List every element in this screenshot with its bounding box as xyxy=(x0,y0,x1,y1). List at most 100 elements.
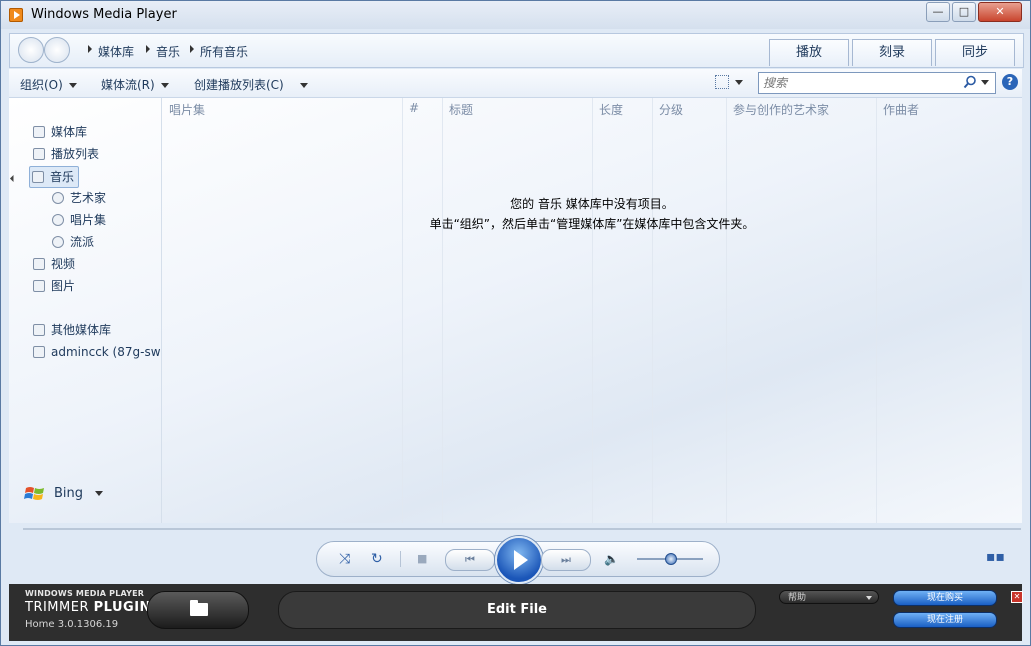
column-header-contributing-artist[interactable]: 参与创作的艺术家 xyxy=(733,101,829,118)
plugin-brand-main: TRIMMER PLUGIN xyxy=(25,600,151,615)
column-header-rating[interactable]: 分级 xyxy=(659,101,683,118)
playlist-icon xyxy=(33,148,45,160)
search-input[interactable] xyxy=(763,75,953,90)
switch-to-now-playing-icon[interactable]: ▪▪ xyxy=(986,550,1005,564)
expand-collapse-icon[interactable] xyxy=(9,174,18,183)
breadcrumb-separator-icon xyxy=(146,45,150,53)
buy-now-button[interactable]: 现在购买 xyxy=(893,590,997,606)
help-icon[interactable]: ? xyxy=(1002,74,1018,90)
plugin-close-icon[interactable]: ✕ xyxy=(1011,591,1023,603)
plugin-help-dropdown[interactable]: 帮助 xyxy=(779,590,879,604)
stream-menu[interactable]: 媒体流(R) xyxy=(101,76,169,93)
stream-label: 媒体流(R) xyxy=(101,78,155,92)
volume-icon[interactable]: 🔈 xyxy=(604,549,619,569)
breadcrumb-separator-icon xyxy=(88,45,92,53)
sidebar-item-music[interactable]: 音乐 xyxy=(29,166,80,188)
sidebar-item-user-library[interactable]: admincck (87g-sw- xyxy=(33,342,161,362)
tab-play[interactable]: 播放 xyxy=(769,39,849,66)
wmp-app-icon xyxy=(9,8,23,22)
sidebar-item-genre[interactable]: 流派 xyxy=(52,232,94,252)
minimize-button[interactable]: — xyxy=(926,2,950,22)
column-divider xyxy=(726,98,727,523)
trimmer-plugin-bar: WINDOWS MEDIA PLAYER TRIMMER PLUGIN Home… xyxy=(9,584,1023,641)
column-divider xyxy=(652,98,653,523)
sidebar-item-other-libraries[interactable]: 其他媒体库 xyxy=(33,320,111,340)
organize-label: 组织(O) xyxy=(20,78,63,92)
music-icon xyxy=(32,171,44,183)
column-divider xyxy=(592,98,593,523)
close-button[interactable]: ✕ xyxy=(978,2,1022,22)
sidebar-item-label: 播放列表 xyxy=(51,147,100,161)
navigation-pane: 媒体库 播放列表 音乐 艺术家 唱片集 流派 视频 图片 其他媒体库 admin… xyxy=(9,98,162,523)
bing-label: Bing xyxy=(54,486,84,501)
search-box[interactable] xyxy=(758,72,996,94)
column-divider xyxy=(402,98,403,523)
tab-burn[interactable]: 刻录 xyxy=(852,39,932,66)
column-header-composer[interactable]: 作曲者 xyxy=(883,101,919,118)
other-library-icon xyxy=(33,324,45,336)
column-header-album[interactable]: 唱片集 xyxy=(169,101,205,118)
create-playlist-menu[interactable]: 创建播放列表(C) xyxy=(194,76,308,93)
breadcrumb-all-music[interactable]: 所有音乐 xyxy=(200,43,248,60)
sidebar-item-pictures[interactable]: 图片 xyxy=(33,276,75,296)
volume-slider-handle[interactable] xyxy=(665,553,677,565)
seek-bar[interactable] xyxy=(23,528,1021,530)
maximize-button[interactable]: □ xyxy=(952,2,976,22)
back-button[interactable] xyxy=(18,37,44,63)
chevron-down-icon xyxy=(160,83,169,88)
shuffle-icon[interactable]: ⤨ xyxy=(339,549,350,569)
picture-icon xyxy=(33,280,45,292)
play-button[interactable] xyxy=(495,536,543,584)
empty-library-hint: 单击“组织”，然后单击“管理媒体库”在媒体库中包含文件夹。 xyxy=(429,217,755,231)
sidebar-item-label: 唱片集 xyxy=(70,213,107,227)
breadcrumb-library[interactable]: 媒体库 xyxy=(98,43,134,60)
open-file-button[interactable] xyxy=(147,591,249,629)
plugin-brand-top: WINDOWS MEDIA PLAYER xyxy=(25,589,145,598)
artist-icon xyxy=(52,192,64,204)
sidebar-item-label: 视频 xyxy=(51,257,76,271)
previous-button[interactable]: ⏮ xyxy=(445,549,495,571)
column-divider xyxy=(876,98,877,523)
window-title: Windows Media Player xyxy=(31,7,177,22)
plugin-brand-trimmer: TRIMMER xyxy=(25,600,94,615)
playback-controls: ⤨ ↻ ■ ⏮ ⏭ 🔈 xyxy=(316,536,720,584)
sidebar-item-library[interactable]: 媒体库 xyxy=(33,122,87,142)
view-options-icon[interactable] xyxy=(715,75,729,89)
edit-file-button[interactable]: Edit File xyxy=(278,591,756,629)
bing-search-provider[interactable]: Bing xyxy=(24,482,104,506)
navigation-bar: 媒体库 音乐 所有音乐 播放 刻录 同步 xyxy=(9,33,1024,68)
chevron-down-icon xyxy=(68,83,77,88)
column-header-title[interactable]: 标题 xyxy=(449,101,473,118)
sidebar-item-album[interactable]: 唱片集 xyxy=(52,210,106,230)
plugin-version: Home 3.0.1306.19 xyxy=(25,619,119,630)
sidebar-item-video[interactable]: 视频 xyxy=(33,254,75,274)
empty-library-message: 您的 音乐 媒体库中没有项目。 xyxy=(510,197,674,211)
tab-sync[interactable]: 同步 xyxy=(935,39,1015,66)
repeat-icon[interactable]: ↻ xyxy=(371,549,383,569)
sidebar-item-playlists[interactable]: 播放列表 xyxy=(33,144,99,164)
organize-menu[interactable]: 组织(O) xyxy=(20,76,77,93)
register-now-button[interactable]: 现在注册 xyxy=(893,612,997,628)
chevron-down-icon xyxy=(95,491,104,496)
column-divider xyxy=(442,98,443,523)
stop-icon[interactable]: ■ xyxy=(417,549,427,569)
user-library-icon xyxy=(33,346,45,358)
search-icon[interactable] xyxy=(963,75,977,89)
video-icon xyxy=(33,258,45,270)
sidebar-item-label: admincck (87g-sw- xyxy=(51,345,161,359)
next-button[interactable]: ⏭ xyxy=(541,549,591,571)
search-dropdown-icon[interactable] xyxy=(981,80,989,85)
library-icon xyxy=(33,126,45,138)
column-header-track-number[interactable]: # xyxy=(409,101,419,115)
column-header-length[interactable]: 长度 xyxy=(599,101,623,118)
sidebar-item-artist[interactable]: 艺术家 xyxy=(52,188,106,208)
view-options-dropdown-icon[interactable] xyxy=(735,80,743,85)
sidebar-item-label: 其他媒体库 xyxy=(51,323,112,337)
sidebar-item-label: 媒体库 xyxy=(51,125,88,139)
breadcrumb-music[interactable]: 音乐 xyxy=(156,43,180,60)
forward-button[interactable] xyxy=(44,37,70,63)
create-playlist-label: 创建播放列表(C) xyxy=(194,78,284,92)
sidebar-item-label: 音乐 xyxy=(50,170,75,184)
album-icon xyxy=(52,214,64,226)
folder-icon xyxy=(190,600,208,616)
